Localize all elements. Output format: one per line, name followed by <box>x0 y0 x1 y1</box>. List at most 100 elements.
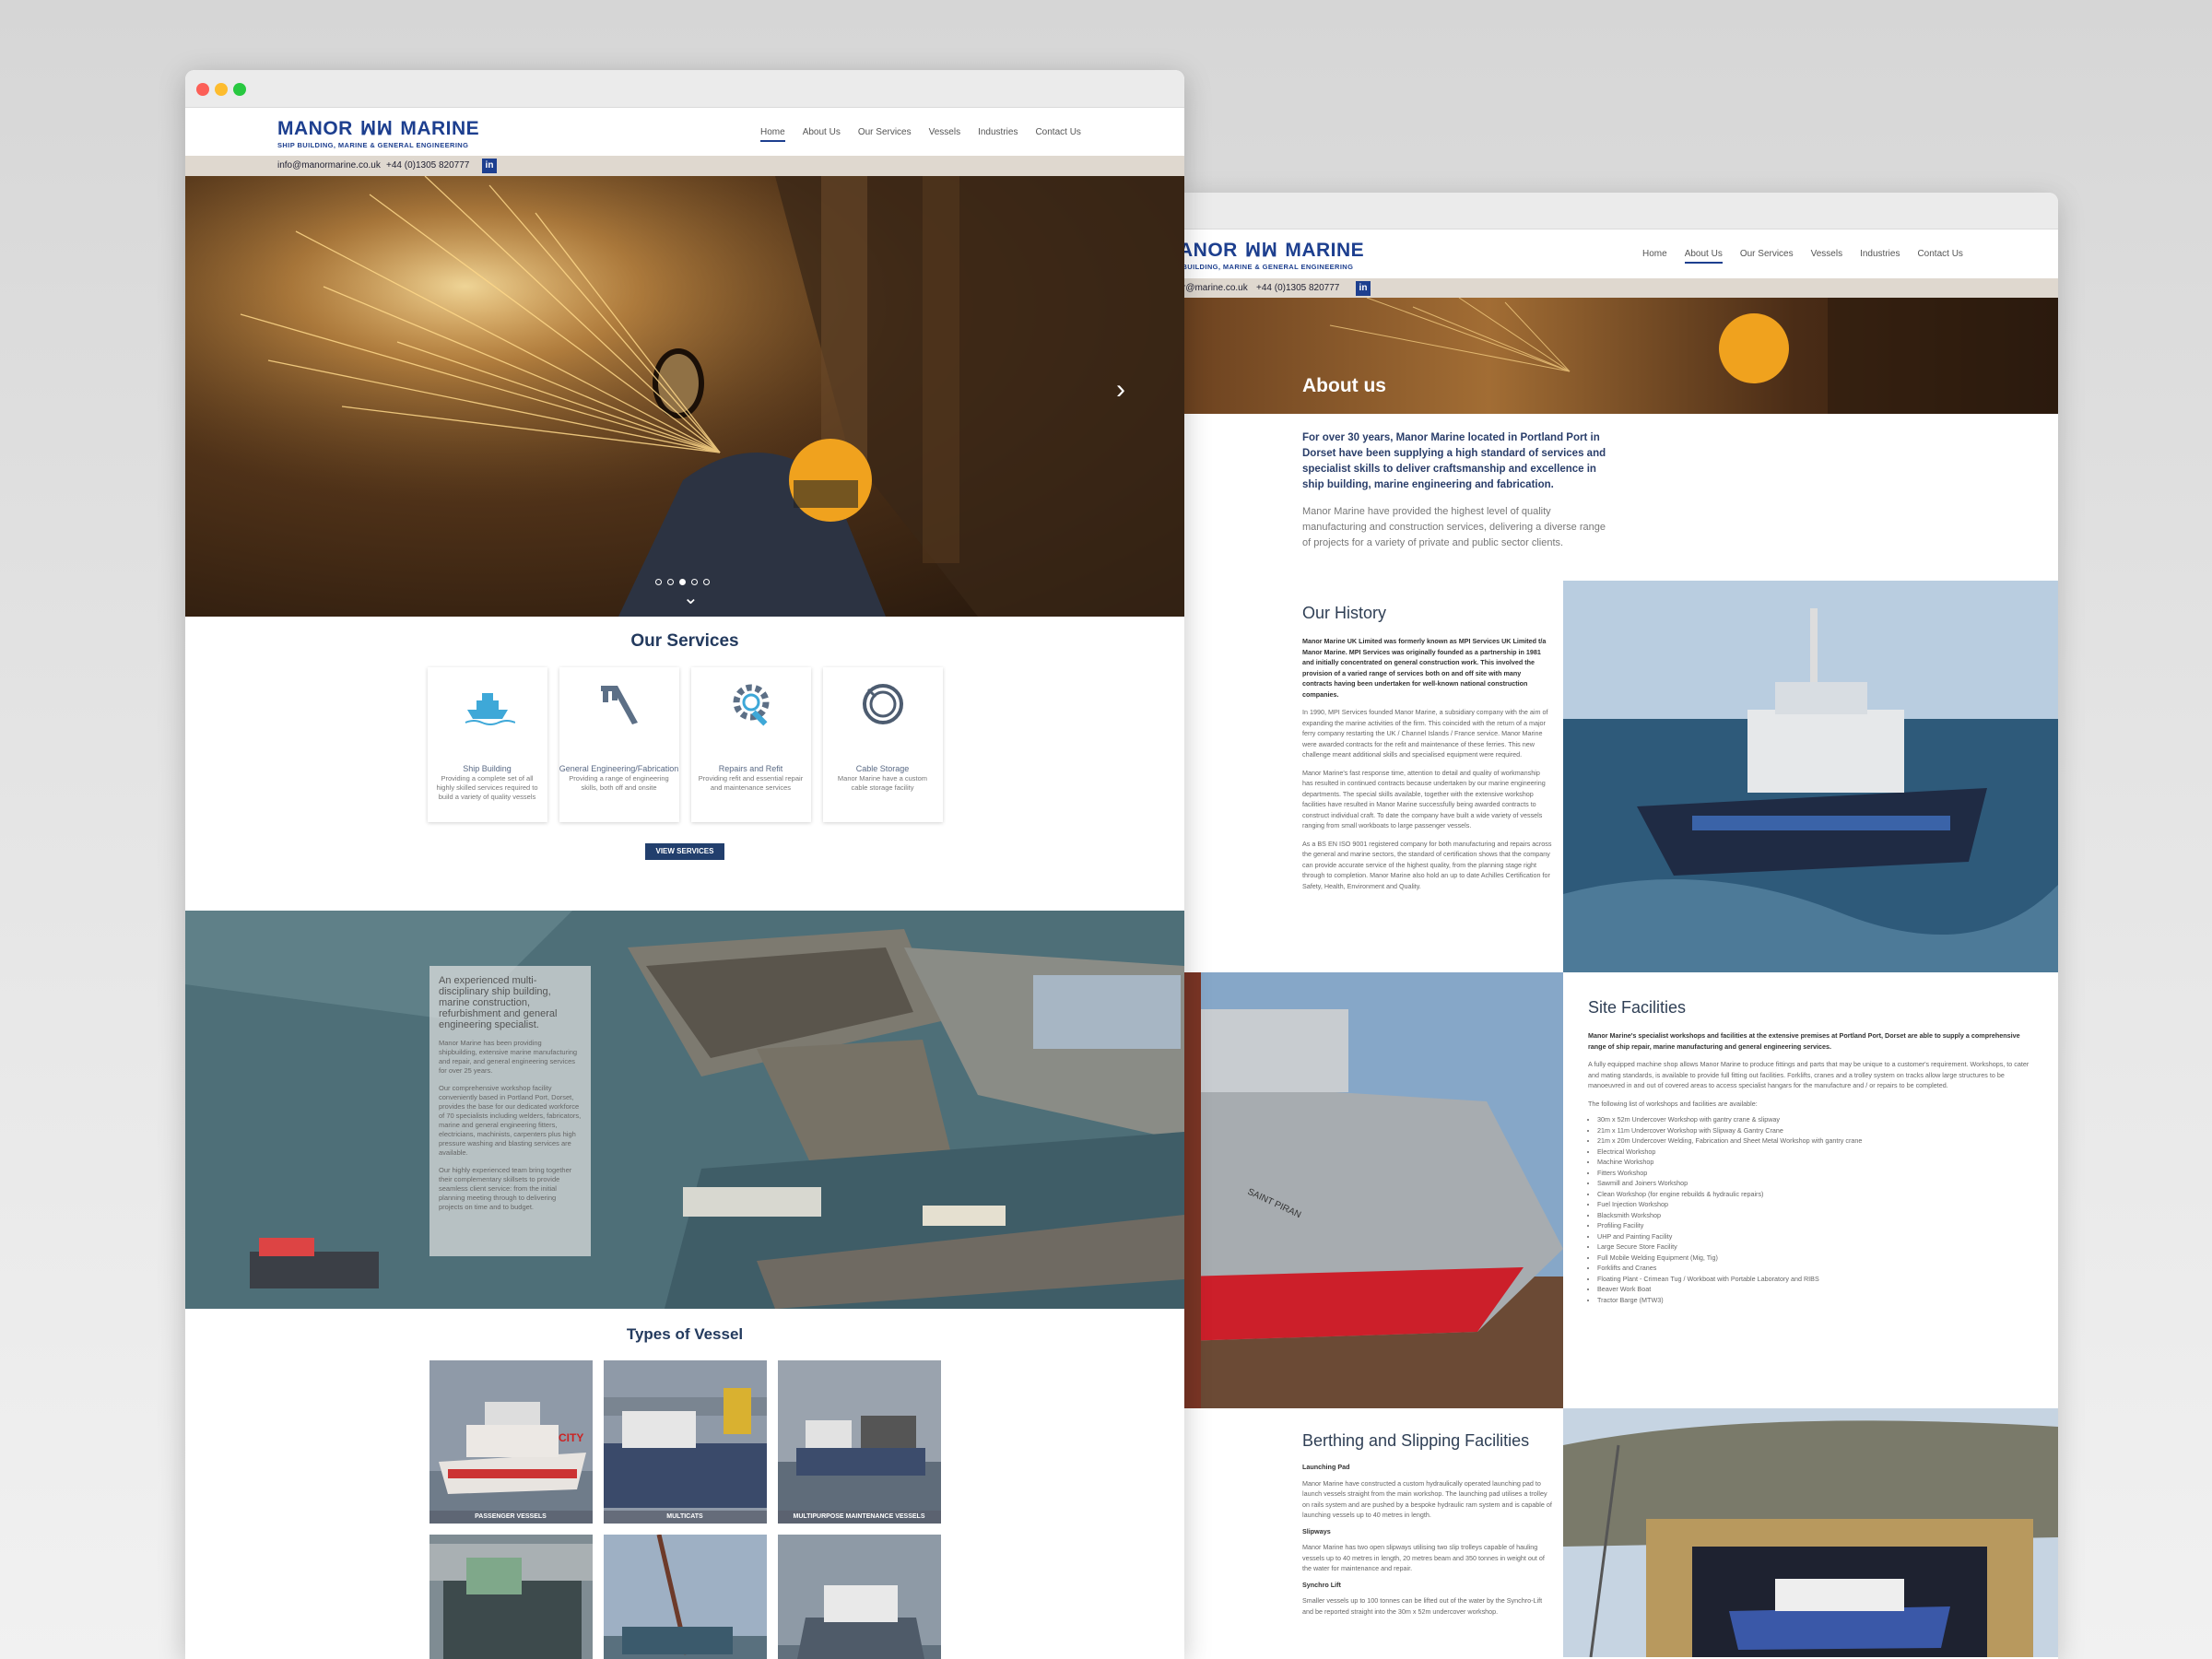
facility-item: Profiling Facility <box>1597 1220 2040 1231</box>
vessel-card-passenger[interactable]: CITY PASSENGER VESSELS <box>429 1360 593 1524</box>
slider-dots <box>655 579 710 585</box>
berthing-subtitle: Launching Pad <box>1302 1463 1350 1471</box>
slider-next-arrow-icon[interactable]: › <box>1116 374 1125 406</box>
facility-item: Large Secure Store Facility <box>1597 1241 2040 1253</box>
browser-window-about: MANOR ꟽꟽ MARINE SHIP BUILDING, MARINE & … <box>1182 193 2058 1659</box>
view-services-button[interactable]: VIEW SERVICES <box>645 843 724 860</box>
hero-welding-image <box>185 176 1184 617</box>
email-link[interactable]: info@manormarine.co.uk <box>277 160 381 171</box>
site-logo[interactable]: MANOR ꟽꟽ MARINE SHIP BUILDING, MARINE & … <box>277 117 479 150</box>
logo-word-left: MANOR <box>277 117 353 139</box>
nav-vessels[interactable]: Vessels <box>929 127 960 137</box>
site-facilities-body: Manor Marine's specialist workshops and … <box>1588 1030 2040 1305</box>
facility-item: Beaver Work Boat <box>1597 1284 2040 1295</box>
nav-home[interactable]: Home <box>1642 249 1667 259</box>
about-title: About us <box>1302 375 1386 396</box>
facility-item: 21m x 11m Undercover Workshop with Slipw… <box>1597 1125 2040 1136</box>
nav-industries[interactable]: Industries <box>978 127 1018 137</box>
service-card-cable-storage[interactable]: Cable Storage Manor Marine have a custom… <box>822 667 943 822</box>
slider-dot[interactable] <box>655 579 662 585</box>
nav-our-services[interactable]: Our Services <box>858 127 912 137</box>
nav-home[interactable]: Home <box>760 127 785 142</box>
nav-contact-us[interactable]: Contact Us <box>1035 127 1080 137</box>
caliper-icon <box>600 686 638 724</box>
nav-industries[interactable]: Industries <box>1860 249 1900 259</box>
catamaran-vessel-image <box>777 1535 941 1659</box>
vessel-card-multipurpose[interactable]: MULTIPURPOSE MAINTENANCE VESSELS <box>777 1360 941 1524</box>
facility-item: 30m x 52m Undercover Workshop with gantr… <box>1597 1114 2040 1125</box>
nav-contact-us[interactable]: Contact Us <box>1917 249 1962 259</box>
linkedin-icon[interactable]: in <box>482 159 497 173</box>
vessel-card[interactable] <box>429 1535 593 1659</box>
facility-item: Sawmill and Joiners Workshop <box>1597 1178 2040 1189</box>
service-card-repairs-refit[interactable]: Repairs and Refit Providing refit and es… <box>690 667 811 822</box>
aerial-shipyard-image <box>185 911 1184 1309</box>
minimize-window-button[interactable] <box>215 83 228 96</box>
scroll-down-chevron-icon[interactable]: ⌄ <box>683 586 699 609</box>
berthing-paragraph: Manor Marine has two open slipways utili… <box>1302 1543 1545 1572</box>
facilities-list: 30m x 52m Undercover Workshop with gantr… <box>1588 1114 2040 1305</box>
service-title: General Engineering/Fabrication <box>559 764 679 773</box>
aerial-text-panel: An experienced multi-disciplinary ship b… <box>429 966 591 1256</box>
slider-dot[interactable] <box>691 579 698 585</box>
nav-about-us[interactable]: About Us <box>803 127 841 137</box>
aerial-section: An experienced multi-disciplinary ship b… <box>185 911 1184 1309</box>
logo-tagline: SHIP BUILDING, MARINE & GENERAL ENGINEER… <box>277 141 469 149</box>
nav-vessels[interactable]: Vessels <box>1811 249 1842 259</box>
facility-item: UHP and Painting Facility <box>1597 1231 2040 1242</box>
aerial-paragraph: Manor Marine has been providing shipbuil… <box>439 1039 578 1075</box>
site-facilities-text: Site Facilities Manor Marine's specialis… <box>1563 972 2058 1408</box>
site-facilities-paragraph: A fully equipped machine shop allows Man… <box>1588 1060 2030 1089</box>
saint-piran-vessel-image: SAINT PIRAN <box>1182 972 1563 1408</box>
phone-link[interactable]: +44 (0)1305 820777 <box>386 160 469 171</box>
maximize-window-button[interactable] <box>233 83 246 96</box>
close-window-button[interactable] <box>196 83 209 96</box>
berthing-paragraph: Manor Marine have constructed a custom h… <box>1302 1478 1552 1520</box>
service-card-ship-building[interactable]: Ship Building Providing a complete set o… <box>427 667 547 822</box>
linkedin-icon[interactable]: in <box>1356 281 1371 296</box>
service-desc: Providing a range of engineering skills,… <box>569 774 669 792</box>
berthing-subtitle: Slipways <box>1302 1526 1331 1535</box>
email-link[interactable]: r@marine.co.uk <box>1182 283 1248 293</box>
vessel-card[interactable] <box>777 1535 941 1659</box>
vessel-label: PASSENGER VESSELS <box>429 1511 593 1524</box>
svg-text:CITY: CITY <box>559 1431 583 1444</box>
workboat-at-sea-image <box>1563 581 2058 972</box>
facility-item: Fuel Injection Workshop <box>1597 1199 2040 1210</box>
site-facilities-lead: Manor Marine's specialist workshops and … <box>1588 1031 2020 1051</box>
browser-window-home: MANOR ꟽꟽ MARINE SHIP BUILDING, MARINE & … <box>185 70 1184 1659</box>
vessels-grid: CITY PASSENGER VESSELS MULTICATS MULTIPU… <box>185 1360 1184 1659</box>
phone-link[interactable]: +44 (0)1305 820777 <box>1256 283 1339 293</box>
berthing-body: Launching Pad Manor Marine have construc… <box>1302 1462 1552 1617</box>
contact-bar: info@manormarine.co.uk +44 (0)1305 82077… <box>185 156 1184 176</box>
services-grid: Ship Building Providing a complete set o… <box>185 667 1184 822</box>
site-facilities-title: Site Facilities <box>1588 998 1687 1017</box>
service-card-general-engineering[interactable]: General Engineering/Fabrication Providin… <box>559 667 679 822</box>
site-header: MANOR ꟽꟽ MARINE SHIP BUILDING, MARINE & … <box>1182 229 2058 278</box>
service-title: Ship Building <box>463 764 512 773</box>
vessel-card-multicats[interactable]: MULTICATS <box>603 1360 767 1524</box>
multicat-vessel-image <box>603 1360 767 1524</box>
facility-item: Forklifts and Cranes <box>1597 1263 2040 1274</box>
workboat-vessel-image <box>603 1535 767 1659</box>
berthing-title: Berthing and Slipping Facilities <box>1302 1431 1530 1450</box>
site-header: MANOR ꟽꟽ MARINE SHIP BUILDING, MARINE & … <box>185 108 1184 156</box>
main-nav: Home About Us Our Services Vessels Indus… <box>760 127 1081 142</box>
site-logo[interactable]: MANOR ꟽꟽ MARINE SHIP BUILDING, MARINE & … <box>1182 239 1364 272</box>
multipurpose-vessel-image <box>777 1360 941 1524</box>
about-paragraph: Manor Marine have provided the highest l… <box>1302 506 1606 548</box>
logo-waves-icon: ꟽꟽ <box>359 119 394 139</box>
slider-dot[interactable] <box>667 579 674 585</box>
vessel-card[interactable] <box>603 1535 767 1659</box>
nav-our-services[interactable]: Our Services <box>1740 249 1794 259</box>
nav-about-us[interactable]: About Us <box>1684 249 1723 264</box>
slider-dot[interactable] <box>703 579 710 585</box>
history-text: Our History Manor Marine UK Limited was … <box>1182 581 1563 972</box>
shed-photo <box>1563 1408 2058 1657</box>
history-paragraph: As a BS EN ISO 9001 registered company f… <box>1302 839 1552 890</box>
slider-dot-active[interactable] <box>679 579 686 585</box>
service-desc: Manor Marine have a custom cable storage… <box>837 774 928 792</box>
saint-piran-photo: SAINT PIRAN <box>1182 972 1563 1408</box>
logo-waves-icon: ꟽꟽ <box>1244 241 1278 261</box>
history-row: Our History Manor Marine UK Limited was … <box>1182 581 2058 972</box>
